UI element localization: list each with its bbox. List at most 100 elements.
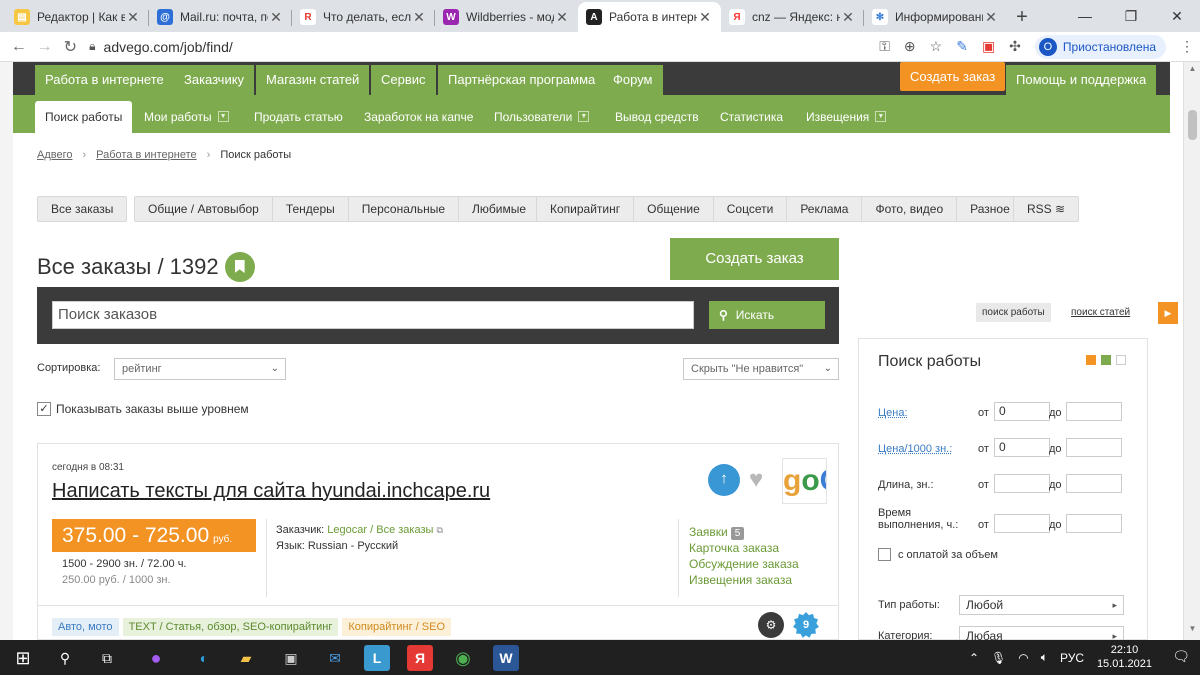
browser-tab[interactable]: ▤ Редактор | Как вы ✕: [6, 2, 149, 32]
topnav-help-support[interactable]: Помощь и поддержка: [1006, 65, 1157, 95]
order-title-link[interactable]: Написать тексты для сайта hyundai.inchca…: [52, 480, 490, 503]
microphone-icon[interactable]: 🎙︎: [991, 651, 1006, 665]
browser-tab[interactable]: R Что делать, если у ✕: [292, 2, 435, 32]
clock[interactable]: 22:10 15.01.2021: [1097, 643, 1152, 671]
bookmark-icon[interactable]: [224, 252, 255, 282]
length-from-input[interactable]: [994, 474, 1050, 493]
create-order-button[interactable]: Создать заказ: [670, 238, 839, 280]
panel-toggle-arrow-icon[interactable]: ▶: [1158, 302, 1178, 324]
work-type-select[interactable]: Любой ▸: [959, 595, 1124, 615]
scroll-up-icon[interactable]: ▲: [1184, 64, 1200, 78]
chevron-up-icon[interactable]: ⌃: [969, 651, 979, 665]
subnav-users[interactable]: Пользователи ▼: [484, 101, 599, 133]
theme-white-icon[interactable]: [1116, 355, 1126, 365]
subnav-sell-article[interactable]: Продать статью: [244, 101, 353, 133]
pill-job-search[interactable]: поиск работы: [976, 303, 1051, 322]
filter-ads[interactable]: Реклама: [787, 197, 863, 221]
notification-icon[interactable]: 🗨︎: [1172, 648, 1190, 665]
minimize-icon[interactable]: —: [1062, 0, 1108, 32]
app-l-icon[interactable]: L: [364, 645, 390, 671]
theme-orange-icon[interactable]: [1086, 355, 1096, 365]
price-per-to-input[interactable]: [1066, 438, 1122, 457]
heart-icon[interactable]: ♥: [749, 466, 763, 494]
close-tab-icon[interactable]: ✕: [840, 9, 856, 26]
topnav-forum[interactable]: Форум: [603, 65, 663, 95]
time-to-input[interactable]: [1066, 514, 1122, 533]
scrollbar-thumb[interactable]: [1188, 110, 1197, 140]
mail-icon[interactable]: ✉: [322, 645, 348, 671]
extension-pen-icon[interactable]: ✎: [956, 38, 968, 55]
puzzle-icon[interactable]: ✣: [1009, 38, 1021, 55]
back-icon[interactable]: ←: [6, 38, 32, 56]
dropdown-icon[interactable]: ▼: [578, 111, 590, 123]
wifi-icon[interactable]: ◠: [1018, 651, 1028, 665]
topnav-customer[interactable]: Заказчику: [174, 65, 255, 95]
extension-red-icon[interactable]: ▣: [982, 38, 995, 55]
new-tab-icon[interactable]: +: [1007, 2, 1037, 32]
pill-article-search[interactable]: поиск статей: [1065, 303, 1136, 322]
subnav-notifications[interactable]: Извещения ▼: [796, 101, 896, 133]
search-icon[interactable]: ⚲: [52, 645, 78, 671]
url-field[interactable]: 🔒︎ advego.com/job/find/: [89, 35, 879, 59]
close-tab-icon[interactable]: ✕: [125, 9, 141, 26]
subnav-statistics[interactable]: Статистика: [710, 101, 793, 133]
order-discussion-link[interactable]: Обсуждение заказа: [689, 556, 799, 572]
breadcrumb-work-online[interactable]: Работа в интернете: [96, 149, 196, 161]
filter-communication[interactable]: Общение: [634, 197, 714, 221]
filter-social[interactable]: Соцсети: [714, 197, 788, 221]
tag-auto-moto[interactable]: Авто, мото: [52, 618, 119, 636]
alice-assistant-icon[interactable]: ●: [143, 645, 169, 671]
filter-all-orders[interactable]: Все заказы: [38, 197, 126, 221]
dropdown-icon[interactable]: ▼: [875, 111, 887, 123]
volume-pay-checkbox[interactable]: с оплатой за объем: [878, 548, 998, 561]
price-per-1000-label[interactable]: Цена/1000 зн.:: [878, 443, 952, 455]
browser-tab[interactable]: ✻ Информировани ✕: [864, 2, 1007, 32]
subnav-captcha-earning[interactable]: Заработок на капче: [354, 101, 483, 133]
topnav-article-shop[interactable]: Магазин статей: [256, 65, 370, 95]
price-from-input[interactable]: 0: [994, 402, 1050, 421]
browser-tab-active[interactable]: A Работа в интерне ✕: [578, 2, 721, 32]
tag-copywriting-seo[interactable]: Копирайтинг / SEO: [342, 618, 452, 636]
subnav-my-works[interactable]: Мои работы ▼: [134, 101, 239, 133]
topnav-work-online[interactable]: Работа в интернете: [35, 65, 174, 95]
word-icon[interactable]: W: [493, 645, 519, 671]
time-from-input[interactable]: [994, 514, 1050, 533]
dropdown-icon[interactable]: ▼: [217, 111, 229, 123]
browser-tab[interactable]: Я cnz — Яндекс: на ✕: [721, 2, 864, 32]
chrome-icon[interactable]: ◉: [450, 645, 476, 671]
topnav-service[interactable]: Сервис: [371, 65, 436, 95]
close-tab-icon[interactable]: ✕: [411, 9, 427, 26]
sort-select[interactable]: рейтинг ⌄: [114, 358, 286, 380]
key-icon[interactable]: ⚿: [879, 38, 890, 55]
breadcrumb-advego[interactable]: Адвего: [37, 149, 72, 161]
scroll-down-icon[interactable]: ▼: [1184, 624, 1200, 638]
volume-icon[interactable]: 🔈︎: [1041, 650, 1048, 665]
page-scrollbar[interactable]: ▲ ▼: [1183, 62, 1200, 640]
task-view-icon[interactable]: ⧉: [94, 645, 120, 671]
filter-tenders[interactable]: Тендеры: [273, 197, 349, 221]
profile-button[interactable]: О Приостановлена: [1034, 34, 1166, 59]
store-icon[interactable]: ▣: [278, 645, 304, 671]
close-tab-icon[interactable]: ✕: [268, 9, 284, 26]
search-button[interactable]: ⚲ Искать: [709, 301, 825, 329]
file-explorer-icon[interactable]: ▰: [233, 645, 259, 671]
close-window-icon[interactable]: ✕: [1154, 0, 1200, 32]
browser-tab[interactable]: W Wildberries - мод ✕: [435, 2, 578, 32]
category-select[interactable]: Любая ▸: [959, 626, 1124, 640]
close-tab-icon[interactable]: ✕: [554, 9, 570, 26]
browser-tab[interactable]: @ Mail.ru: почта, по ✕: [149, 2, 292, 32]
length-to-input[interactable]: [1066, 474, 1122, 493]
star-icon[interactable]: ☆: [930, 38, 943, 55]
customer-name-link[interactable]: Legocar: [327, 524, 367, 536]
yandex-browser-icon[interactable]: Я: [407, 645, 433, 671]
filter-general-autoselect[interactable]: Общие / Автовыбор: [135, 197, 273, 221]
forward-icon[interactable]: →: [32, 38, 58, 56]
customer-logo[interactable]: goC: [782, 458, 827, 504]
topnav-partner-program[interactable]: Партнёрская программа: [438, 65, 606, 95]
restore-icon[interactable]: ❐: [1108, 0, 1154, 32]
hide-disliked-select[interactable]: Скрыть "Не нравится" ⌄: [683, 358, 839, 380]
price-to-input[interactable]: [1066, 402, 1122, 421]
arrow-up-icon[interactable]: ↑: [708, 464, 740, 496]
checkbox-unchecked-icon[interactable]: [878, 548, 891, 561]
applications-link[interactable]: Заявки 5: [689, 524, 799, 540]
